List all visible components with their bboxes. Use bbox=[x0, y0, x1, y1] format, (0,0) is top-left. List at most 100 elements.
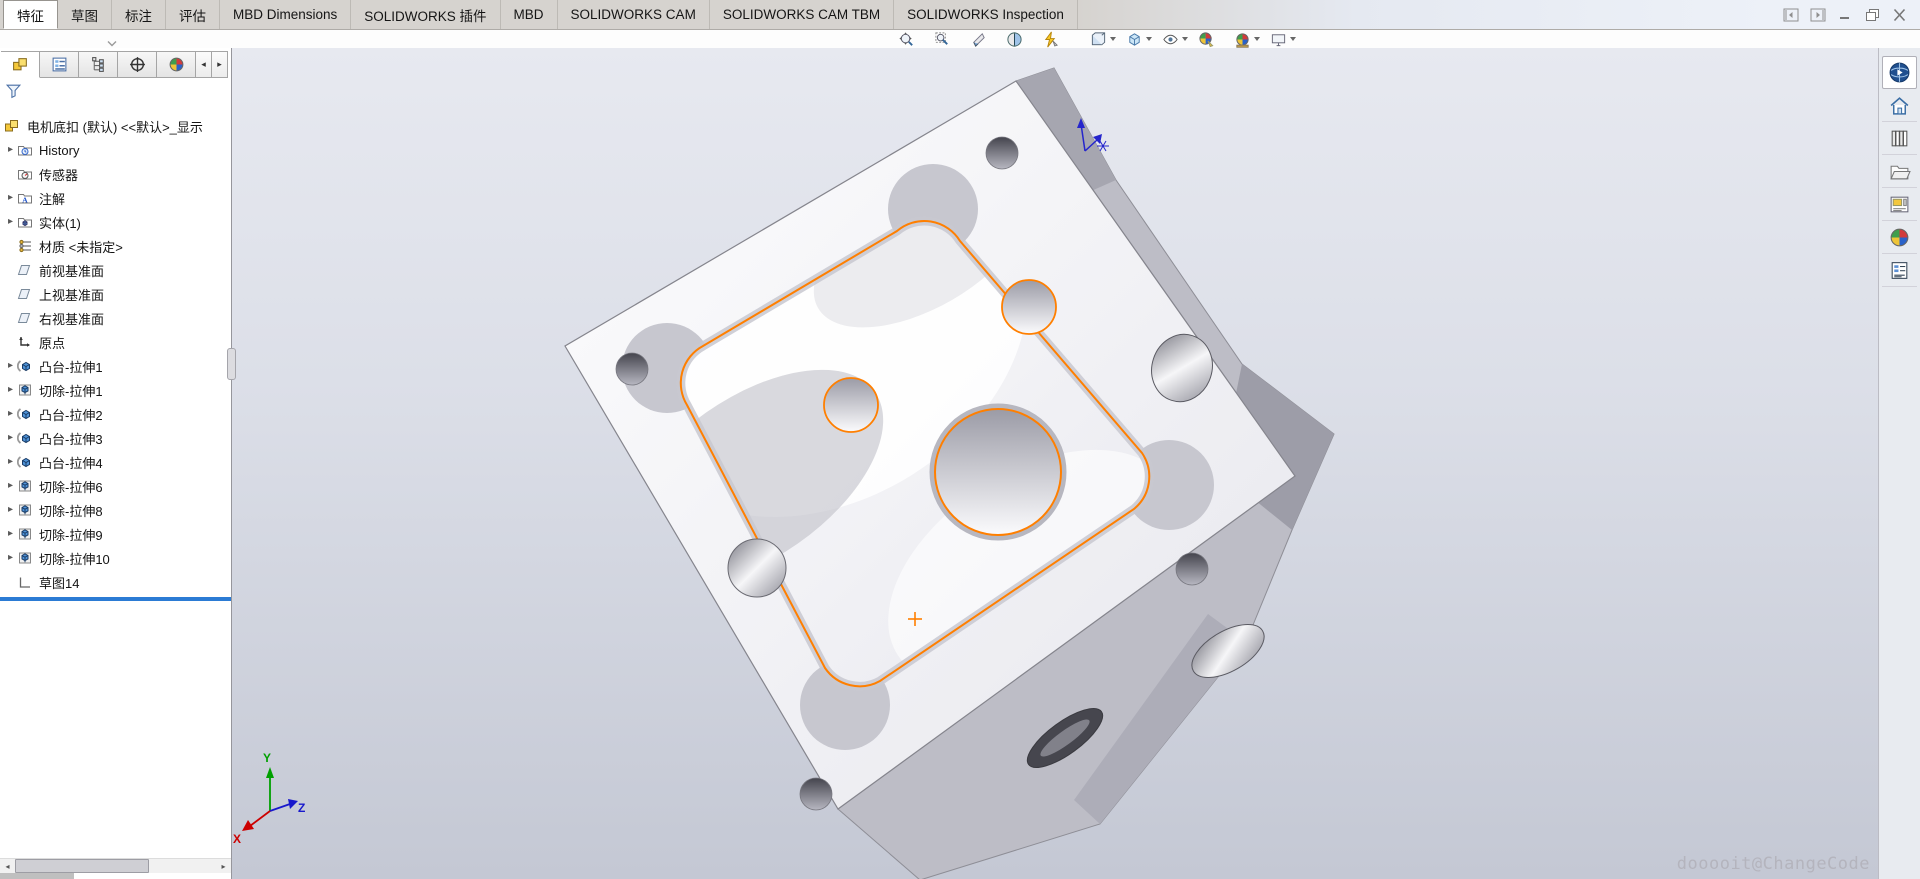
filter-icon[interactable] bbox=[5, 82, 22, 104]
taskpane-tab-appearances-scenes[interactable] bbox=[1882, 221, 1917, 254]
expand-arrow-icon[interactable]: ▸ bbox=[4, 450, 17, 474]
expand-arrow-icon[interactable]: ▸ bbox=[4, 186, 17, 210]
scroll-right-arrow-icon[interactable]: ▸ bbox=[216, 859, 231, 874]
tree-item-注解[interactable]: ▸ A 注解 bbox=[0, 186, 231, 210]
expand-arrow-icon[interactable]: ▸ bbox=[4, 354, 17, 378]
ribbon-tab-SOLIDWORKS CAM[interactable]: SOLIDWORKS CAM bbox=[557, 0, 710, 29]
panel-tab-configurationmanager[interactable] bbox=[79, 51, 118, 78]
toolbar-button-display-style[interactable] bbox=[1121, 30, 1157, 48]
taskpane-tab-custom-properties[interactable] bbox=[1882, 254, 1917, 287]
sketch-hole-circle[interactable] bbox=[823, 377, 879, 433]
window-button-close[interactable] bbox=[1890, 7, 1908, 23]
expand-arrow-icon[interactable]: ▸ bbox=[4, 522, 17, 546]
tree-item-切除-拉伸1[interactable]: ▸ 切除-拉伸1 bbox=[0, 378, 231, 402]
propertymanager-icon bbox=[51, 56, 68, 73]
tree-item-凸台-拉伸3[interactable]: ▸ 凸台-拉伸3 bbox=[0, 426, 231, 450]
panel-tab-featuremanager[interactable] bbox=[1, 51, 40, 78]
taskpane-tab-solidworks-resources[interactable] bbox=[1882, 56, 1917, 89]
taskpane-tab-design-library[interactable] bbox=[1882, 122, 1917, 155]
ribbon-tab-SOLIDWORKS Inspection[interactable]: SOLIDWORKS Inspection bbox=[894, 0, 1078, 29]
scrollbar-thumb[interactable] bbox=[15, 859, 149, 873]
tree-item-切除-拉伸6[interactable]: ▸ 切除-拉伸6 bbox=[0, 474, 231, 498]
toolbar-button-section-view[interactable] bbox=[1001, 30, 1037, 48]
toolbar-button-view-settings[interactable] bbox=[1265, 30, 1301, 48]
view-palette-icon bbox=[1888, 193, 1911, 216]
tree-item-凸台-拉伸1[interactable]: ▸ 凸台-拉伸1 bbox=[0, 354, 231, 378]
expand-arrow-icon[interactable]: ▸ bbox=[4, 378, 17, 402]
tree-item-前视基准面[interactable]: ▸ 前视基准面 bbox=[0, 258, 231, 282]
taskpane-tab-home[interactable] bbox=[1882, 89, 1917, 122]
tree-item-实体(1)[interactable]: ▸ 实体(1) bbox=[0, 210, 231, 234]
window-button-dock-right[interactable] bbox=[1809, 7, 1827, 23]
tree-item-草图14[interactable]: ▸ 草图14 bbox=[0, 570, 231, 594]
toolbar-button-view-orientation[interactable] bbox=[1085, 30, 1121, 48]
ribbon-tab-标注[interactable]: 标注 bbox=[112, 0, 166, 29]
tree-item-凸台-拉伸4[interactable]: ▸ 凸台-拉伸4 bbox=[0, 450, 231, 474]
model-canvas[interactable]: Y Z X bbox=[232, 48, 1878, 879]
ribbon-tab-label: SOLIDWORKS 插件 bbox=[364, 8, 487, 24]
scroll-left-arrow-icon[interactable]: ◂ bbox=[0, 859, 15, 874]
toolbar-button-dynamic-annotation-views[interactable] bbox=[1037, 30, 1073, 48]
expand-arrow-icon[interactable]: ▸ bbox=[4, 138, 17, 162]
tree-filter-row bbox=[0, 78, 231, 108]
ribbon-tab-评估[interactable]: 评估 bbox=[166, 0, 220, 29]
panel-tab-displaymanager[interactable] bbox=[157, 51, 196, 78]
tree-item-切除-拉伸10[interactable]: ▸ 切除-拉伸10 bbox=[0, 546, 231, 570]
ribbon-tab-label: 特征 bbox=[17, 8, 44, 24]
tree-item-切除-拉伸9[interactable]: ▸ 切除-拉伸9 bbox=[0, 522, 231, 546]
tree-item-传感器[interactable]: ▸ 传感器 bbox=[0, 162, 231, 186]
tree-item-切除-拉伸8[interactable]: ▸ 切除-拉伸8 bbox=[0, 498, 231, 522]
cut-extrude-icon bbox=[17, 478, 35, 494]
dropdown-arrow-icon[interactable] bbox=[1110, 37, 1116, 41]
sketch-hole-circle[interactable] bbox=[1001, 279, 1057, 335]
expand-arrow-icon[interactable]: ▸ bbox=[4, 210, 17, 234]
taskpane-tab-file-explorer[interactable] bbox=[1882, 155, 1917, 188]
tree-item-原点[interactable]: ▸ 原点 bbox=[0, 330, 231, 354]
panel-tab-propertymanager[interactable] bbox=[40, 51, 79, 78]
ribbon-tab-MBD Dimensions[interactable]: MBD Dimensions bbox=[220, 0, 352, 29]
toolbar-button-hide-show-items[interactable] bbox=[1157, 30, 1193, 48]
toolbar-button-apply-scene[interactable] bbox=[1229, 30, 1265, 48]
graphics-viewport[interactable]: Y Z X dooooit@ChangeCode bbox=[232, 48, 1878, 879]
panel-tab-dimxpertmanager[interactable] bbox=[118, 51, 157, 78]
expand-arrow-icon[interactable]: ▸ bbox=[4, 402, 17, 426]
taskpane-tab-view-palette[interactable] bbox=[1882, 188, 1917, 221]
dynamic-annotation-views-icon bbox=[1042, 31, 1059, 48]
ribbon-tab-草图[interactable]: 草图 bbox=[58, 0, 112, 29]
panel-tabs-scroll-left-button[interactable]: ◂ bbox=[196, 51, 212, 78]
dropdown-arrow-icon[interactable] bbox=[1290, 37, 1296, 41]
expand-arrow-icon[interactable]: ▸ bbox=[4, 546, 17, 570]
panel-tabs-scroll-right-button[interactable]: ▸ bbox=[212, 51, 228, 78]
tree-item-凸台-拉伸2[interactable]: ▸ 凸台-拉伸2 bbox=[0, 402, 231, 426]
rollback-bar[interactable] bbox=[0, 597, 231, 601]
expand-arrow-icon[interactable]: ▸ bbox=[4, 498, 17, 522]
tree-item-上视基准面[interactable]: ▸ 上视基准面 bbox=[0, 282, 231, 306]
triad-x-label: X bbox=[233, 832, 241, 846]
ribbon-tab-特征[interactable]: 特征 bbox=[3, 0, 58, 29]
window-button-dock-left[interactable] bbox=[1782, 7, 1800, 23]
dropdown-arrow-icon[interactable] bbox=[1146, 37, 1152, 41]
restore-icon bbox=[1865, 8, 1880, 22]
toolbar-button-zoom-to-fit[interactable] bbox=[893, 30, 929, 48]
through-hole[interactable] bbox=[727, 538, 787, 598]
ribbon-tab-SOLIDWORKS 插件[interactable]: SOLIDWORKS 插件 bbox=[351, 0, 501, 29]
panel-horizontal-scrollbar[interactable]: ◂ ▸ bbox=[0, 858, 231, 873]
tree-root-item[interactable]: 电机底扣 (默认) <<默认>_显示 bbox=[0, 114, 231, 138]
toolbar-button-previous-view[interactable] bbox=[965, 30, 1001, 48]
dropdown-arrow-icon[interactable] bbox=[1182, 37, 1188, 41]
part-icon bbox=[4, 118, 22, 134]
sketch-center-circle[interactable] bbox=[934, 408, 1062, 536]
tree-item-History[interactable]: ▸ History bbox=[0, 138, 231, 162]
expand-arrow-icon[interactable]: ▸ bbox=[4, 474, 17, 498]
window-button-restore[interactable] bbox=[1863, 7, 1881, 23]
window-button-minimize[interactable] bbox=[1836, 7, 1854, 23]
toolbar-button-zoom-to-area[interactable] bbox=[929, 30, 965, 48]
toolbar-button-edit-appearance[interactable] bbox=[1193, 30, 1229, 48]
tree-item-材质 <未指定>[interactable]: ▸ 材质 <未指定> bbox=[0, 234, 231, 258]
ribbon-tab-MBD[interactable]: MBD bbox=[500, 0, 558, 29]
ribbon-tab-SOLIDWORKS CAM TBM[interactable]: SOLIDWORKS CAM TBM bbox=[709, 0, 895, 29]
panel-splitter-handle[interactable] bbox=[227, 348, 236, 380]
expand-arrow-icon[interactable]: ▸ bbox=[4, 426, 17, 450]
tree-item-右视基准面[interactable]: ▸ 右视基准面 bbox=[0, 306, 231, 330]
dropdown-arrow-icon[interactable] bbox=[1254, 37, 1260, 41]
